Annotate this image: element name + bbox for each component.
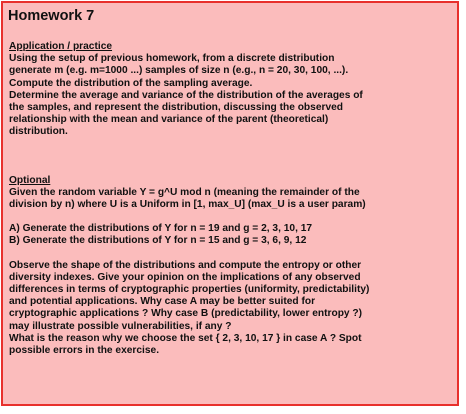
- discussion-line: cryptographic applications ? Why case B …: [9, 308, 363, 320]
- application-line: generate m (e.g. m=1000 ...) samples of …: [9, 65, 349, 77]
- slide-content: Application / practice Using the setup o…: [9, 41, 457, 357]
- application-line: relationship with the mean and variance …: [9, 114, 329, 126]
- homework-slide: Homework 7 Application / practice Using …: [1, 1, 459, 406]
- discussion-line: What is the reason why we choose the set…: [9, 332, 362, 344]
- optional-intro-line: Given the random variable Y = g^U mod n …: [9, 186, 360, 198]
- application-line: distribution.: [9, 126, 68, 138]
- application-line: Compute the distribution of the sampling…: [9, 77, 253, 89]
- case-b-line: B) Generate the distributions of Y for n…: [9, 235, 307, 247]
- discussion-line: possible errors in the exercise.: [9, 345, 160, 357]
- optional-heading: Optional: [9, 174, 51, 186]
- discussion-line: diversity indexes. Give your opinion on …: [9, 271, 361, 283]
- application-line: Using the setup of previous homework, fr…: [9, 53, 335, 65]
- application-line: the samples, and represent the distribut…: [9, 102, 343, 114]
- discussion-line: Observe the shape of the distributions a…: [9, 259, 362, 271]
- case-a-line: A) Generate the distributions of Y for n…: [9, 223, 313, 235]
- slide-title: Homework 7: [8, 8, 95, 24]
- application-heading: Application / practice: [9, 41, 113, 52]
- discussion-line: and potential applications. Why case A m…: [9, 296, 316, 308]
- application-line: Determine the average and variance of th…: [9, 89, 363, 101]
- discussion-line: differences in terms of cryptographic pr…: [9, 284, 370, 296]
- discussion-line: may illustrate possible vulnerabilities,…: [9, 320, 232, 332]
- optional-intro-line: division by n) where U is a Uniform in […: [9, 199, 366, 211]
